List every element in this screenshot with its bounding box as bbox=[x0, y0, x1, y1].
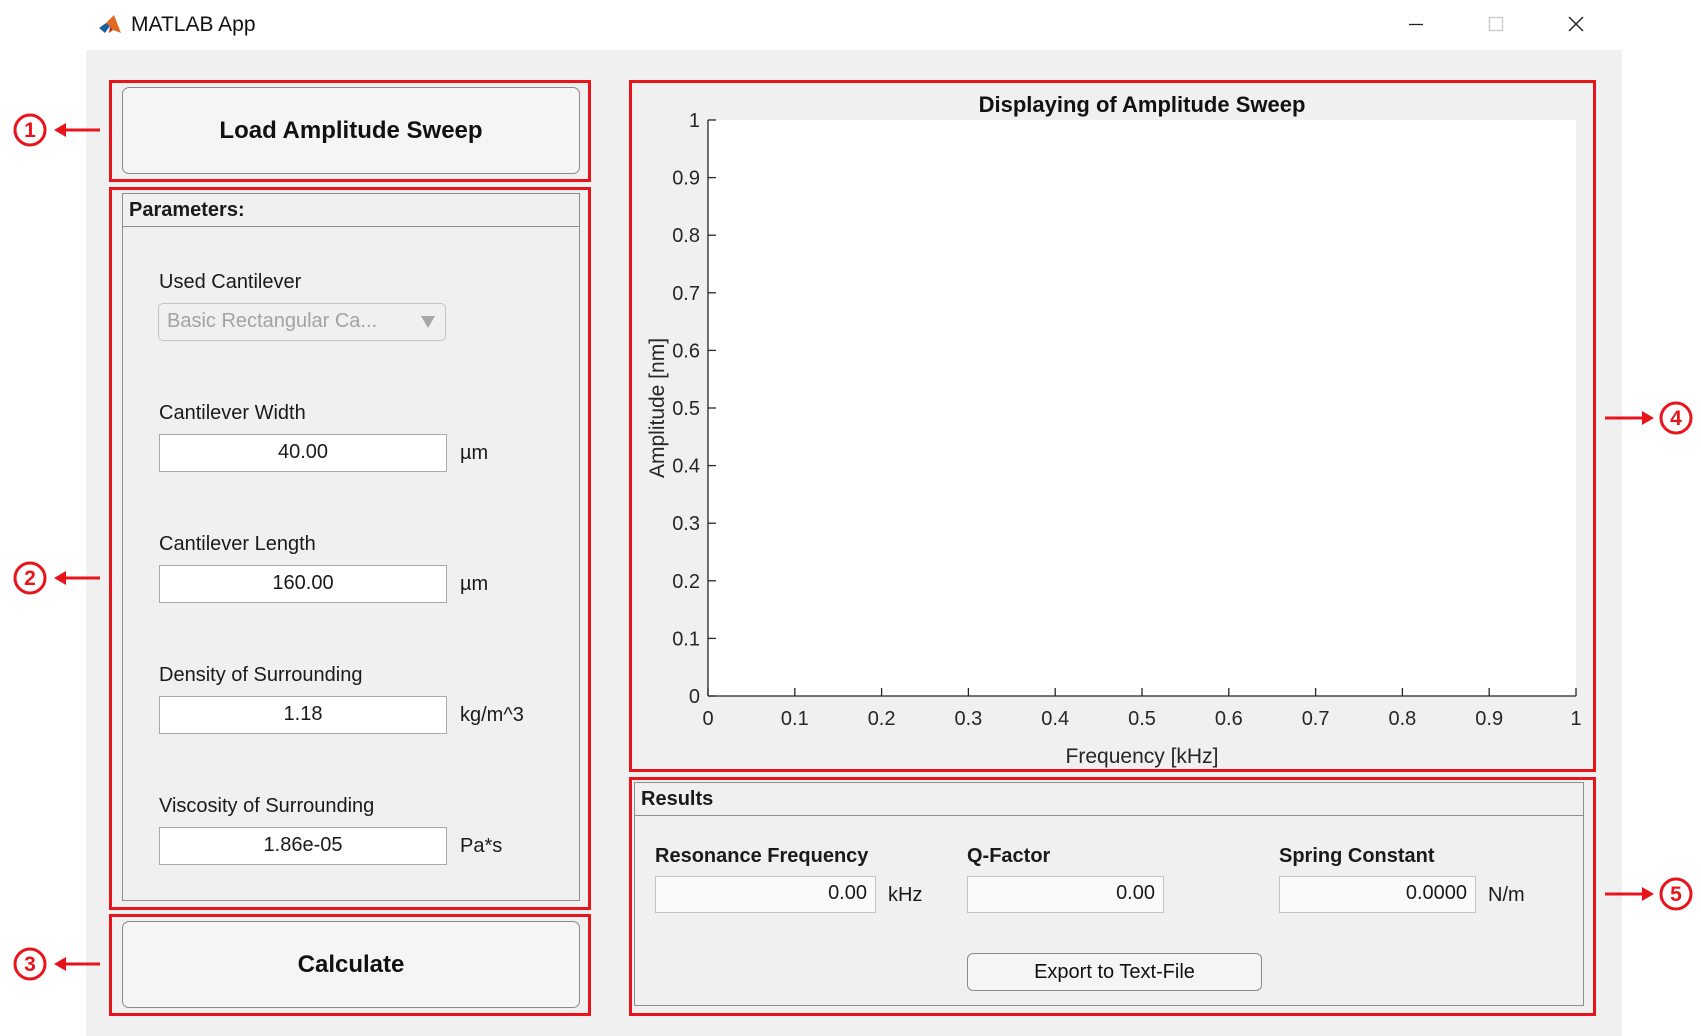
cantilever-length-field[interactable]: 160.00 bbox=[159, 565, 447, 603]
x-tick-label: 0.7 bbox=[1302, 708, 1330, 730]
density-unit: kg/m^3 bbox=[460, 704, 524, 726]
y-tick-label: 1 bbox=[689, 110, 700, 132]
callout-3: 3 bbox=[13, 947, 100, 981]
viscosity-unit: Pa*s bbox=[460, 835, 503, 857]
y-tick-label: 0 bbox=[689, 686, 700, 708]
x-tick-label: 1 bbox=[1570, 708, 1581, 730]
callout-1: 1 bbox=[13, 113, 100, 147]
spring-constant-unit: N/m bbox=[1488, 884, 1525, 906]
maximize-icon[interactable] bbox=[1474, 4, 1518, 44]
x-tick-label: 0.2 bbox=[868, 708, 896, 730]
q-factor-field[interactable]: 0.00 bbox=[967, 876, 1164, 913]
svg-text:1: 1 bbox=[24, 119, 36, 142]
chart-title: Displaying of Amplitude Sweep bbox=[979, 92, 1306, 117]
y-tick-label: 0.5 bbox=[672, 398, 700, 420]
amplitude-sweep-chart: Displaying of Amplitude Sweep 0 0.1 0.2 0.3… bbox=[646, 92, 1582, 768]
y-tick-label: 0.2 bbox=[672, 571, 700, 593]
svg-text:2: 2 bbox=[24, 567, 36, 590]
cantilever-length-label: Cantilever Length bbox=[159, 533, 316, 555]
cantilever-width-unit: µm bbox=[460, 442, 489, 464]
x-tick-label: 0.8 bbox=[1388, 708, 1416, 730]
viscosity-label: Viscosity of Surrounding bbox=[159, 795, 375, 817]
used-cantilever-label: Used Cantilever bbox=[159, 271, 302, 293]
export-to-text-file-button[interactable]: Export to Text-File bbox=[967, 953, 1262, 991]
callout-5: 5 bbox=[1605, 877, 1693, 911]
density-field[interactable]: 1.18 bbox=[159, 696, 447, 734]
resonance-frequency-unit: kHz bbox=[888, 884, 923, 906]
callout-2: 2 bbox=[13, 561, 100, 595]
calculate-button[interactable]: Calculate bbox=[122, 921, 580, 1008]
y-tick-label: 0.8 bbox=[672, 225, 700, 247]
spring-constant-field[interactable]: 0.0000 bbox=[1279, 876, 1476, 913]
cantilever-length-unit: µm bbox=[460, 573, 489, 595]
load-amplitude-sweep-button[interactable]: Load Amplitude Sweep bbox=[122, 87, 580, 174]
minimize-icon[interactable] bbox=[1394, 4, 1438, 44]
svg-text:4: 4 bbox=[1670, 407, 1682, 430]
y-tick-label: 0.7 bbox=[672, 283, 700, 305]
chevron-down-icon bbox=[421, 316, 435, 328]
parameters-title: Parameters: bbox=[123, 194, 579, 227]
x-axis-label: Frequency [kHz] bbox=[1066, 745, 1219, 768]
callout-4: 4 bbox=[1605, 401, 1693, 435]
x-tick-label: 0.9 bbox=[1475, 708, 1503, 730]
viscosity-field[interactable]: 1.86e-05 bbox=[159, 827, 447, 865]
y-tick-label: 0.1 bbox=[672, 628, 700, 650]
results-title: Results bbox=[635, 783, 1583, 816]
resonance-frequency-field[interactable]: 0.00 bbox=[655, 876, 876, 913]
y-tick-label: 0.6 bbox=[672, 340, 700, 362]
cantilever-dropdown-value: Basic Rectangular Ca... bbox=[167, 310, 378, 332]
density-label: Density of Surrounding bbox=[159, 664, 363, 686]
x-tick-label: 0.5 bbox=[1128, 708, 1156, 730]
y-tick-label: 0.3 bbox=[672, 513, 700, 535]
spring-constant-label: Spring Constant bbox=[1279, 845, 1435, 867]
x-tick-label: 0.6 bbox=[1215, 708, 1243, 730]
y-axis-label: Amplitude [nm] bbox=[646, 338, 669, 478]
cantilever-dropdown[interactable]: Basic Rectangular Ca... bbox=[158, 303, 446, 341]
cantilever-width-field[interactable]: 40.00 bbox=[159, 434, 447, 472]
q-factor-label: Q-Factor bbox=[967, 845, 1051, 867]
svg-text:3: 3 bbox=[24, 953, 36, 976]
x-tick-label: 0 bbox=[702, 708, 713, 730]
plot-area bbox=[708, 120, 1576, 696]
x-tick-label: 0.4 bbox=[1041, 708, 1069, 730]
y-tick-label: 0.4 bbox=[672, 456, 700, 478]
svg-text:5: 5 bbox=[1670, 883, 1682, 906]
matlab-logo-icon bbox=[97, 13, 123, 37]
x-tick-label: 0.3 bbox=[954, 708, 982, 730]
x-tick-label: 0.1 bbox=[781, 708, 809, 730]
cantilever-width-label: Cantilever Width bbox=[159, 402, 306, 424]
resonance-frequency-label: Resonance Frequency bbox=[655, 845, 869, 867]
close-icon[interactable] bbox=[1554, 4, 1598, 44]
window-title: MATLAB App bbox=[131, 13, 256, 36]
y-tick-label: 0.9 bbox=[672, 168, 700, 190]
